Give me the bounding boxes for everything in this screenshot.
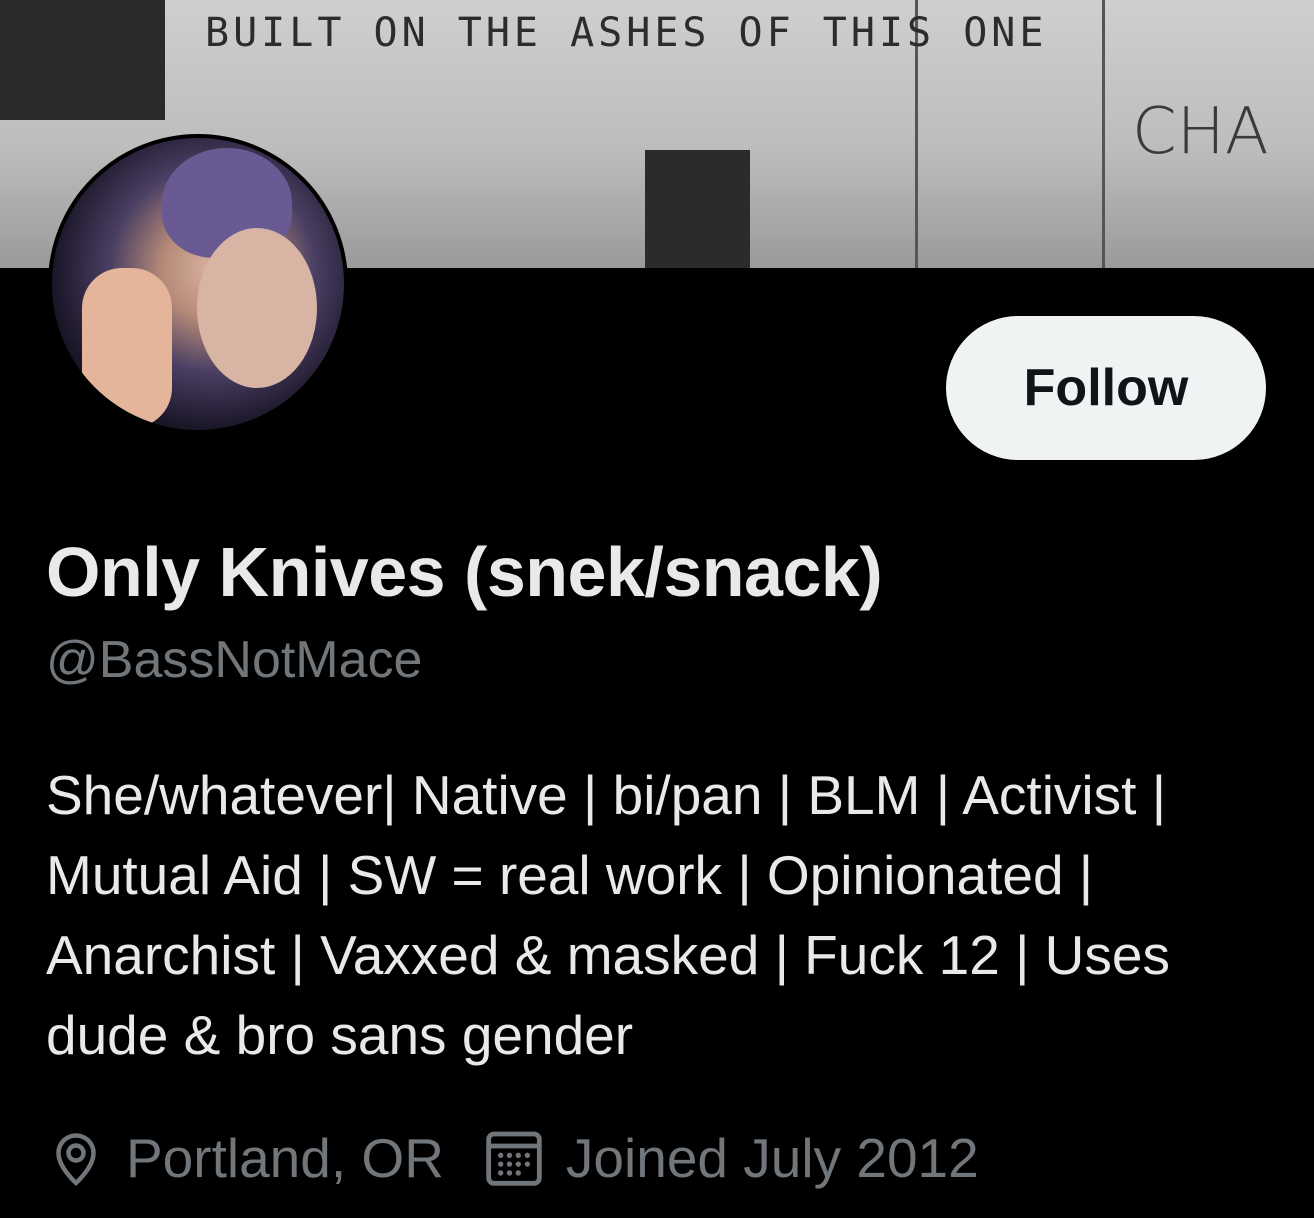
banner-wall-seam bbox=[1102, 0, 1105, 268]
joined-item: Joined July 2012 bbox=[482, 1126, 979, 1190]
location-text: Portland, OR bbox=[126, 1127, 444, 1189]
avatar-hand bbox=[82, 268, 172, 428]
location-pin-icon bbox=[56, 1133, 96, 1187]
profile-meta: Portland, OR Joined July 2012 bbox=[46, 1118, 979, 1198]
banner-corner-text: CHA bbox=[1132, 95, 1269, 169]
user-handle: @BassNotMace bbox=[46, 631, 423, 689]
banner-dark-post bbox=[645, 150, 750, 268]
profile-bio: She/whatever| Native | bi/pan | BLM | Ac… bbox=[46, 764, 1170, 1066]
calendar-icon bbox=[486, 1131, 542, 1186]
banner-dark-block bbox=[0, 0, 165, 120]
profile-avatar[interactable] bbox=[48, 134, 348, 434]
joined-text: Joined July 2012 bbox=[565, 1127, 979, 1189]
display-name: Only Knives (snek/snack) bbox=[46, 533, 883, 611]
follow-button[interactable]: Follow bbox=[946, 316, 1266, 460]
banner-graffiti-text: BUILT ON THE ASHES OF THIS ONE bbox=[205, 10, 1048, 56]
location-item: Portland, OR bbox=[46, 1126, 444, 1190]
avatar-face bbox=[197, 228, 317, 388]
